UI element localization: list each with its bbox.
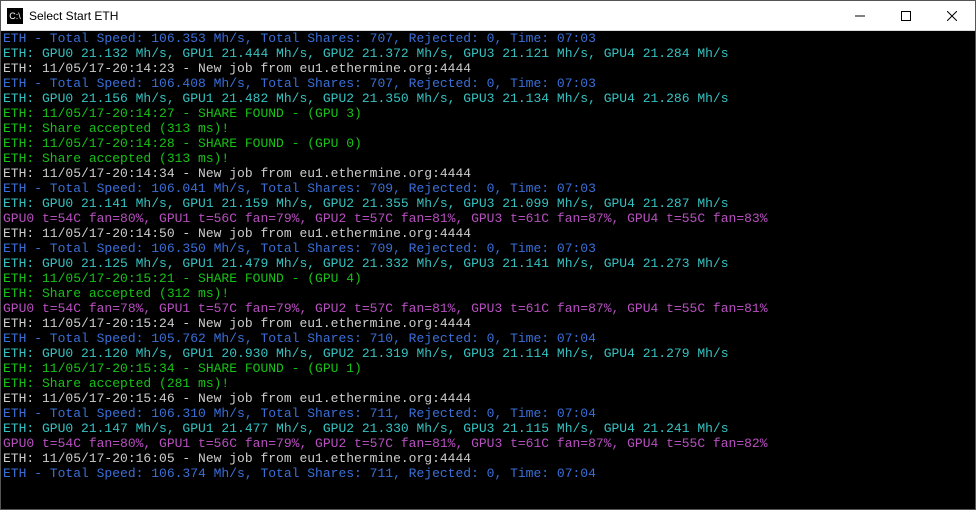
log-line: ETH: 11/05/17-20:15:21 - SHARE FOUND - (…: [3, 271, 973, 286]
minimize-button[interactable]: [837, 1, 883, 31]
log-line: ETH: 11/05/17-20:15:24 - New job from eu…: [3, 316, 973, 331]
log-line: ETH - Total Speed: 106.353 Mh/s, Total S…: [3, 31, 973, 46]
log-line: ETH: 11/05/17-20:14:34 - New job from eu…: [3, 166, 973, 181]
log-line: ETH - Total Speed: 106.374 Mh/s, Total S…: [3, 466, 973, 481]
log-line: ETH: GPU0 21.141 Mh/s, GPU1 21.159 Mh/s,…: [3, 196, 973, 211]
log-line: ETH - Total Speed: 106.350 Mh/s, Total S…: [3, 241, 973, 256]
log-line: ETH: Share accepted (312 ms)!: [3, 286, 973, 301]
log-line: ETH: 11/05/17-20:14:27 - SHARE FOUND - (…: [3, 106, 973, 121]
window-title: Select Start ETH: [29, 9, 118, 23]
log-line: ETH: Share accepted (313 ms)!: [3, 151, 973, 166]
app-icon: C:\: [7, 8, 23, 24]
log-line: ETH: GPU0 21.120 Mh/s, GPU1 20.930 Mh/s,…: [3, 346, 973, 361]
close-button[interactable]: [929, 1, 975, 31]
log-line: GPU0 t=54C fan=80%, GPU1 t=56C fan=79%, …: [3, 211, 973, 226]
console-output[interactable]: ETH - Total Speed: 106.353 Mh/s, Total S…: [1, 31, 975, 509]
titlebar[interactable]: C:\ Select Start ETH: [1, 1, 975, 31]
log-line: ETH: 11/05/17-20:14:50 - New job from eu…: [3, 226, 973, 241]
log-line: ETH: 11/05/17-20:15:46 - New job from eu…: [3, 391, 973, 406]
log-line: ETH: 11/05/17-20:16:05 - New job from eu…: [3, 451, 973, 466]
log-line: ETH: Share accepted (281 ms)!: [3, 376, 973, 391]
log-line: GPU0 t=54C fan=80%, GPU1 t=56C fan=79%, …: [3, 436, 973, 451]
console-window: C:\ Select Start ETH ETH - Total Speed: …: [0, 0, 976, 510]
log-line: ETH - Total Speed: 105.762 Mh/s, Total S…: [3, 331, 973, 346]
log-line: ETH - Total Speed: 106.041 Mh/s, Total S…: [3, 181, 973, 196]
log-line: ETH - Total Speed: 106.310 Mh/s, Total S…: [3, 406, 973, 421]
log-line: ETH: GPU0 21.132 Mh/s, GPU1 21.444 Mh/s,…: [3, 46, 973, 61]
log-line: ETH: GPU0 21.147 Mh/s, GPU1 21.477 Mh/s,…: [3, 421, 973, 436]
log-line: ETH: 11/05/17-20:14:28 - SHARE FOUND - (…: [3, 136, 973, 151]
log-line: ETH: 11/05/17-20:15:34 - SHARE FOUND - (…: [3, 361, 973, 376]
log-line: ETH - Total Speed: 106.408 Mh/s, Total S…: [3, 76, 973, 91]
maximize-icon: [901, 11, 911, 21]
log-line: ETH: 11/05/17-20:14:23 - New job from eu…: [3, 61, 973, 76]
log-line: ETH: GPU0 21.125 Mh/s, GPU1 21.479 Mh/s,…: [3, 256, 973, 271]
maximize-button[interactable]: [883, 1, 929, 31]
log-line: ETH: Share accepted (313 ms)!: [3, 121, 973, 136]
log-line: ETH: GPU0 21.156 Mh/s, GPU1 21.482 Mh/s,…: [3, 91, 973, 106]
close-icon: [947, 11, 957, 21]
log-line: GPU0 t=54C fan=78%, GPU1 t=57C fan=79%, …: [3, 301, 973, 316]
minimize-icon: [855, 11, 865, 21]
